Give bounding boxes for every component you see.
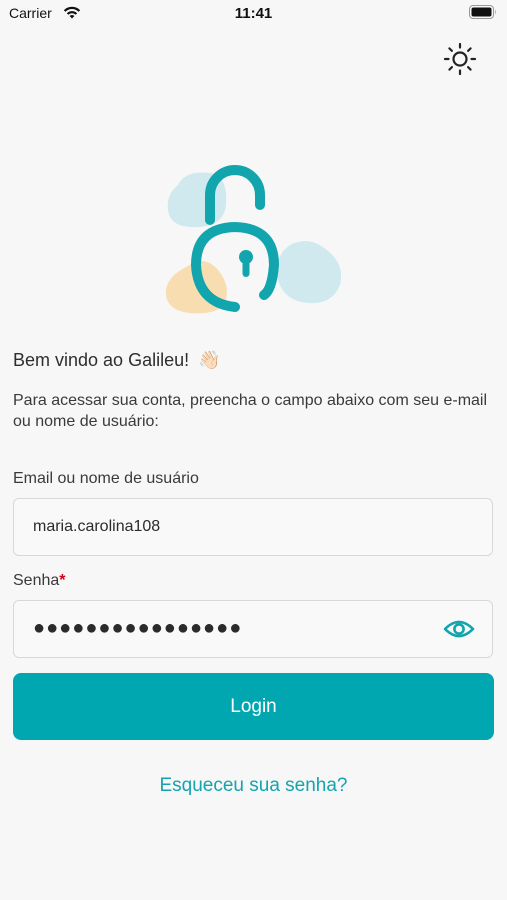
password-label: Senha* [13,572,66,590]
welcome-title-text: Bem vindo ao Galileu! [13,350,190,370]
password-label-text: Senha [13,572,60,589]
eye-icon[interactable] [443,617,475,641]
battery-icon [469,5,496,19]
unlocked-padlock-icon [165,165,342,314]
welcome-title: Bem vindo ao Galileu! 👋🏻 [13,350,221,371]
password-field[interactable]: ●●●●●●●●●●●●●●●● [13,600,493,658]
email-label: Email ou nome de usuário [13,470,199,487]
status-bar: Carrier 11:41 [0,0,507,28]
email-field[interactable]: maria.carolina108 [13,498,493,556]
waving-hand-icon: 👋🏻 [198,350,221,370]
forgot-password-link[interactable]: Esqueceu sua senha? [0,775,507,797]
login-button[interactable]: Login [13,673,494,740]
status-time: 11:41 [234,5,273,22]
email-value: maria.carolina108 [33,518,161,535]
instructions-text: Para acessar sua conta, preencha o campo… [13,392,488,430]
password-value: ●●●●●●●●●●●●●●●● [33,617,243,639]
sun-icon[interactable] [443,42,477,76]
required-mark: * [59,572,66,589]
